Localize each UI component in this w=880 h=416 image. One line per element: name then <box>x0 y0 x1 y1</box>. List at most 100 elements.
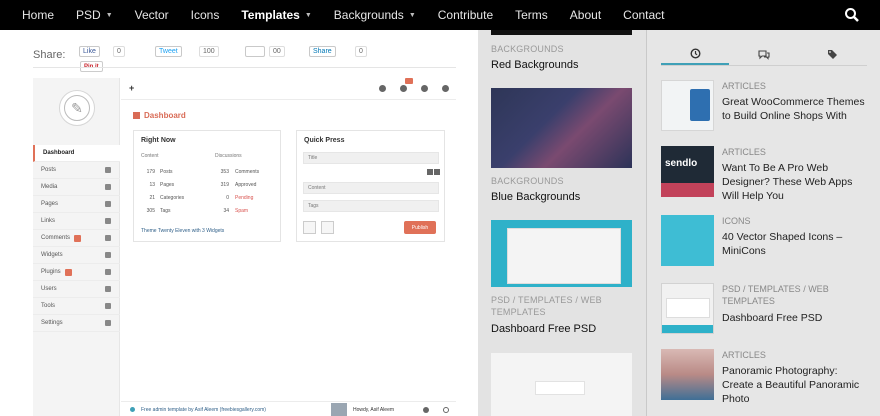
comments-icon <box>758 49 770 60</box>
nav-psd[interactable]: PSD ▼ <box>76 8 113 22</box>
post-thumbnail[interactable] <box>491 353 632 416</box>
menu-item-settings[interactable]: Settings <box>33 315 120 332</box>
right-now-title: Right Now <box>141 137 176 144</box>
post-title[interactable]: 40 Vector Shaped Icons – MiniCons <box>722 230 867 258</box>
nav-contribute[interactable]: Contribute <box>438 8 493 22</box>
nav-templates[interactable]: Templates ▼ <box>241 8 311 22</box>
title-field[interactable]: Title <box>303 152 439 164</box>
stats-row: 21 Categories 0 Pending <box>149 195 254 201</box>
search-icon[interactable] <box>844 7 860 23</box>
post-category[interactable]: ARTICLES <box>722 80 867 92</box>
tags-icon <box>828 49 837 59</box>
menu-item-dashboard[interactable]: Dashboard <box>33 145 120 162</box>
cloud-icon[interactable] <box>379 85 386 92</box>
stats-row: 13 Pages 319 Approved <box>149 182 257 188</box>
menu-item-links[interactable]: Links <box>33 213 120 230</box>
tweet-count: 100 <box>199 46 219 57</box>
menu-item-posts[interactable]: Posts <box>33 162 120 179</box>
gallery-icon[interactable] <box>434 169 440 175</box>
save-icon[interactable] <box>303 221 316 234</box>
tab-recent[interactable] <box>661 43 729 65</box>
howdy-text[interactable]: Howdy, Asif Aleem <box>353 407 394 413</box>
dashboard-menu: Dashboard Posts Media Pages Links Commen… <box>33 145 120 332</box>
related-posts-column: BACKGROUNDS Red Backgrounds BACKGROUNDS … <box>478 30 646 416</box>
post-thumbnail[interactable] <box>661 215 714 266</box>
linkedin-share-button[interactable]: Share <box>309 46 336 57</box>
comments-icon[interactable] <box>400 85 407 92</box>
tab-tags[interactable] <box>799 43 867 65</box>
nav-icons[interactable]: Icons <box>191 8 220 22</box>
post-thumbnail[interactable] <box>491 220 632 287</box>
article-content: Share: Like 0 Tweet 100 00 Share 0 Pin i… <box>0 30 478 416</box>
post-category[interactable]: ARTICLES <box>722 146 867 158</box>
dashboard-toolbar: + <box>121 78 456 100</box>
image-icon[interactable] <box>427 169 433 175</box>
menu-item-comments[interactable]: Comments <box>33 230 120 247</box>
nav-contact[interactable]: Contact <box>623 8 664 22</box>
tab-comments[interactable] <box>730 43 798 65</box>
chevron-down-icon: ▼ <box>304 11 312 19</box>
tags-field[interactable]: Tags <box>303 200 439 212</box>
link-icon <box>105 218 111 224</box>
post-category[interactable]: PSD / TEMPLATES / WEB TEMPLATES <box>491 294 632 318</box>
menu-item-media[interactable]: Media <box>33 179 120 196</box>
post-title[interactable]: Blue Backgrounds <box>491 190 580 204</box>
tweet-button[interactable]: Tweet <box>155 46 182 57</box>
chevron-down-icon: ▼ <box>105 11 113 19</box>
trash-icon[interactable] <box>321 221 334 234</box>
comment-icon <box>105 235 111 241</box>
stats-row: 179 Posts 353 Comments <box>146 169 260 175</box>
posts-icon <box>105 167 111 173</box>
post-title[interactable]: Want To Be A Pro Web Designer? These Web… <box>722 161 867 203</box>
column-header-content: Content <box>141 153 159 159</box>
plus-icon[interactable]: + <box>129 83 134 93</box>
post-category[interactable]: ARTICLES <box>722 349 867 361</box>
post-category[interactable]: BACKGROUNDS <box>491 175 564 187</box>
post-category[interactable]: ICONS <box>722 215 867 227</box>
nav-backgrounds[interactable]: Backgrounds ▼ <box>334 8 416 22</box>
menu-item-tools[interactable]: Tools <box>33 298 120 315</box>
post-thumbnail[interactable] <box>491 88 632 168</box>
publish-button[interactable]: Publish <box>404 221 436 234</box>
post-title[interactable]: Red Backgrounds <box>491 58 578 72</box>
dashboard-footer: Free admin template by Asif Aleem (freeb… <box>121 401 456 416</box>
post-category[interactable]: BACKGROUNDS <box>491 43 564 55</box>
menu-item-widgets[interactable]: Widgets <box>33 247 120 264</box>
post-thumbnail[interactable] <box>661 283 714 334</box>
user-icon[interactable] <box>421 85 428 92</box>
avatar[interactable] <box>331 403 347 416</box>
menu-item-plugins[interactable]: Plugins <box>33 264 120 281</box>
chevron-down-icon: ▼ <box>408 11 416 19</box>
credit-link[interactable]: Free admin template by Asif Aleem (freeb… <box>141 407 266 413</box>
theme-info[interactable]: Theme Twenty Eleven with 3 Widgets <box>141 228 224 234</box>
gplus-button[interactable] <box>245 46 265 57</box>
stats-row: 305 Tags 34 Spam <box>146 208 249 214</box>
nav-terms[interactable]: Terms <box>515 8 548 22</box>
post-title[interactable]: Panoramic Photography: Create a Beautifu… <box>722 364 867 406</box>
post-thumbnail[interactable] <box>491 30 632 35</box>
content-field[interactable]: Content <box>303 182 439 194</box>
dashboard-heading: Dashboard <box>133 111 186 120</box>
menu-item-users[interactable]: Users <box>33 281 120 298</box>
user-icon <box>105 286 111 292</box>
power-icon[interactable] <box>442 85 449 92</box>
post-thumbnail[interactable]: sendlo <box>661 146 714 197</box>
power-icon[interactable] <box>443 407 449 413</box>
post-thumbnail[interactable] <box>661 80 714 131</box>
nav-vector[interactable]: Vector <box>135 8 169 22</box>
post-title[interactable]: Dashboard Free PSD <box>491 322 596 336</box>
post-thumbnail[interactable] <box>661 349 714 400</box>
post-title[interactable]: Great WooCommerce Themes to Build Online… <box>722 95 867 123</box>
post-title[interactable]: Dashboard Free PSD <box>722 311 867 325</box>
nav-about[interactable]: About <box>570 8 601 22</box>
feather-logo: ✎ <box>59 90 95 126</box>
nav-home[interactable]: Home <box>22 8 54 22</box>
quick-press-widget: Quick Press Title Content Tags Publish <box>296 130 445 242</box>
post-category[interactable]: PSD / TEMPLATES / WEB TEMPLATES <box>722 283 867 307</box>
dashboard-preview: ✎ Dashboard Posts Media Pages Links Comm… <box>33 78 456 416</box>
facebook-like-button[interactable]: Like <box>79 46 100 57</box>
widgets-icon <box>105 252 111 258</box>
menu-item-pages[interactable]: Pages <box>33 196 120 213</box>
gear-icon[interactable] <box>423 407 429 413</box>
pages-icon <box>105 201 111 207</box>
